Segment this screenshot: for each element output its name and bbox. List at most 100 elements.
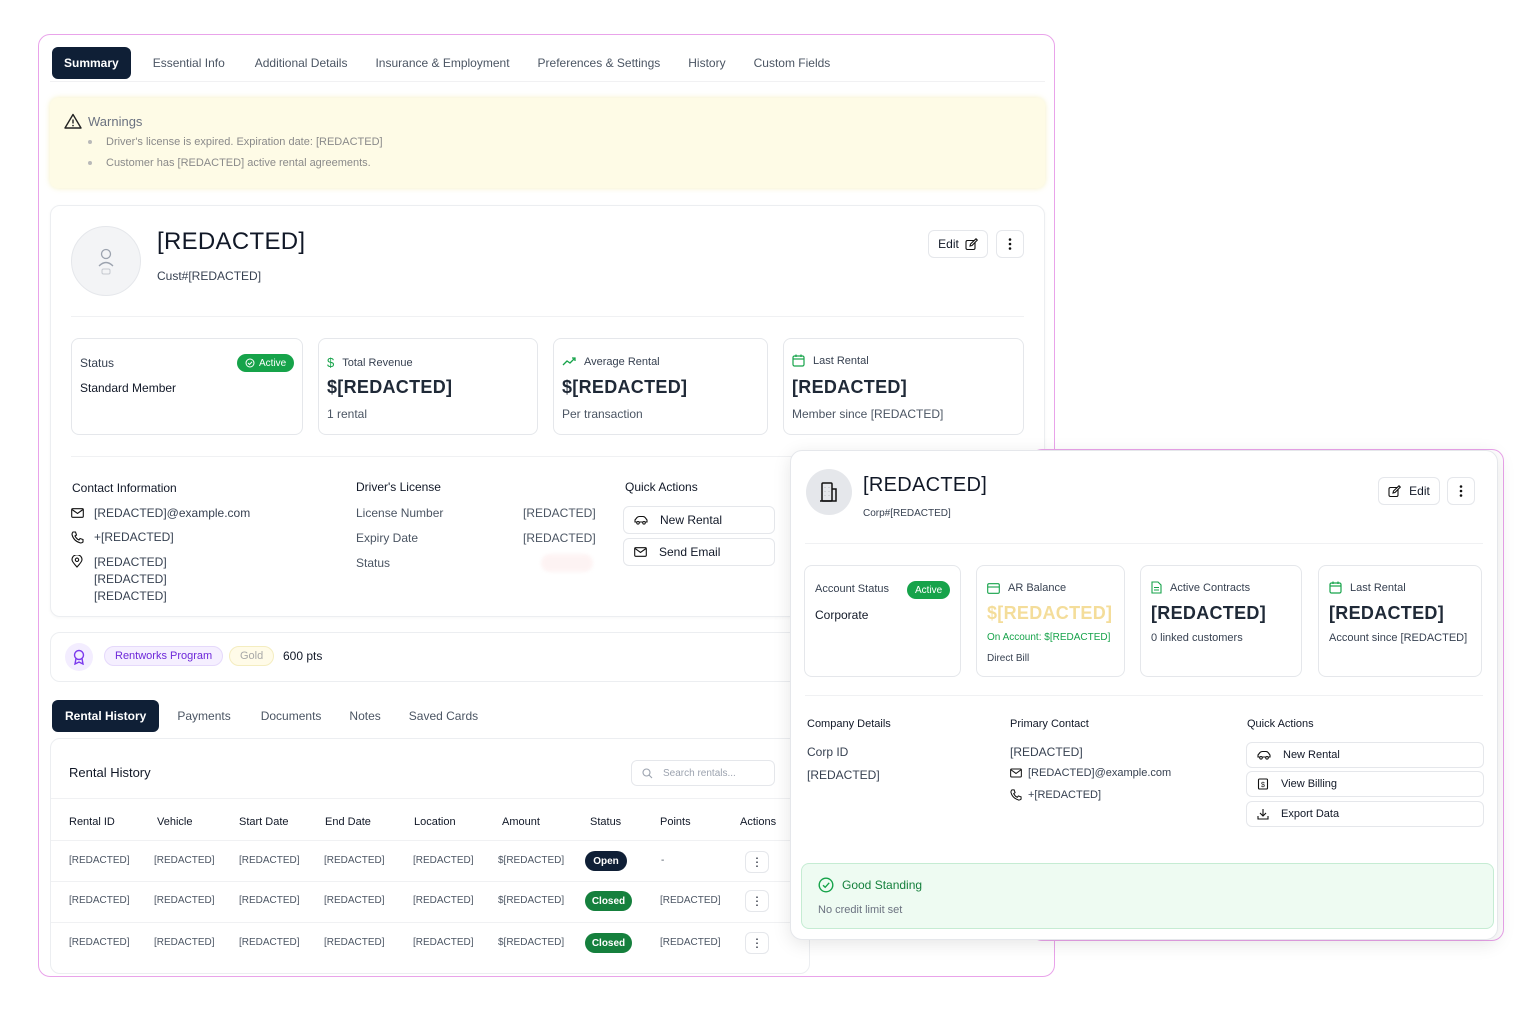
license-number-label: License Number (356, 506, 444, 520)
more-options-button[interactable] (996, 230, 1024, 258)
cell-end-date: [REDACTED] (324, 937, 385, 948)
tab-notes[interactable]: Notes (337, 700, 392, 732)
contact-email[interactable]: [REDACTED]@example.com (1028, 767, 1171, 779)
corp-new-rental-button[interactable]: New Rental (1246, 742, 1484, 768)
edit-button[interactable]: Edit (928, 230, 988, 258)
linked-customers: 0 linked customers (1151, 632, 1243, 644)
row-actions-button[interactable]: ⋮ (745, 932, 769, 954)
row-actions-button[interactable]: ⋮ (745, 851, 769, 873)
status-badge-text: Active (259, 357, 287, 369)
contact-phone[interactable]: +[REDACTED] (1028, 789, 1101, 801)
expiry-date-value: [REDACTED] (523, 531, 596, 545)
loyalty-card: Rentworks Program Gold 600 pts (50, 632, 810, 682)
search-rentals-input[interactable]: Search rentals... (631, 760, 775, 786)
edit-label: Edit (938, 237, 959, 251)
corp-quick-actions-title: Quick Actions (1247, 718, 1314, 730)
tab-insurance-employment[interactable]: Insurance & Employment (363, 47, 521, 79)
good-standing-title: Good Standing (842, 878, 923, 892)
export-data-label: Export Data (1281, 808, 1340, 820)
cell-location: [REDACTED] (413, 855, 474, 866)
file-icon (1151, 581, 1162, 594)
rental-history-title: Rental History (69, 765, 151, 780)
new-rental-label: New Rental (660, 513, 723, 527)
average-sub: Per transaction (562, 407, 643, 421)
table-row[interactable]: [REDACTED] [REDACTED] [REDACTED] [REDACT… (51, 841, 811, 881)
corp-more-options-button[interactable] (1447, 477, 1475, 505)
corp-last-rental-card: Last Rental [REDACTED] Account since [RE… (1318, 565, 1482, 677)
mail-icon (71, 508, 84, 518)
active-contracts-label: Active Contracts (1170, 581, 1251, 594)
edit-icon (1388, 484, 1402, 497)
corp-last-rental-value: [REDACTED] (1329, 603, 1444, 623)
send-email-button[interactable]: Send Email (623, 538, 775, 566)
cell-amount: $[REDACTED] (498, 855, 565, 866)
table-row[interactable]: [REDACTED] [REDACTED] [REDACTED] [REDACT… (51, 882, 811, 922)
tab-custom-fields[interactable]: Custom Fields (742, 47, 843, 79)
last-rental-value: [REDACTED] (792, 377, 907, 397)
tab-preferences-settings[interactable]: Preferences & Settings (526, 47, 673, 79)
cell-points: [REDACTED] (660, 937, 721, 948)
new-rental-button[interactable]: New Rental (623, 506, 775, 534)
row-actions-button[interactable]: ⋮ (745, 890, 769, 912)
last-rental-stat-card: Last Rental [REDACTED] Member since [RED… (783, 338, 1024, 435)
cell-location: [REDACTED] (413, 895, 474, 906)
average-label: Average Rental (584, 356, 660, 368)
tab-saved-cards[interactable]: Saved Cards (397, 700, 490, 732)
customer-email[interactable]: [REDACTED]@example.com (94, 506, 250, 520)
phone-icon (1010, 789, 1022, 801)
account-status-badge-text: Active (915, 584, 943, 596)
tab-rental-history[interactable]: Rental History (52, 700, 160, 732)
car-icon (1257, 750, 1271, 760)
cell-start-date: [REDACTED] (239, 937, 300, 948)
cell-end-date: [REDACTED] (324, 895, 385, 906)
mail-icon (634, 547, 647, 557)
tab-history[interactable]: History (676, 47, 737, 79)
search-placeholder: Search rentals... (663, 767, 736, 779)
drivers-license-title: Driver's License (356, 480, 441, 494)
last-rental-label: Last Rental (813, 354, 869, 367)
view-billing-button[interactable]: $ View Billing (1246, 771, 1484, 797)
calendar-icon (1329, 581, 1342, 594)
warnings-title: Warnings (88, 114, 143, 129)
warning-item: Customer has [REDACTED] active rental ag… (106, 157, 371, 169)
loyalty-tier-badge: Gold (229, 646, 275, 666)
credit-card-icon (987, 582, 1000, 594)
member-since: Member since [REDACTED] (792, 407, 944, 421)
tab-additional-details[interactable]: Additional Details (243, 47, 360, 79)
status-badge: Closed (585, 933, 632, 953)
average-value: $[REDACTED] (562, 377, 688, 397)
good-standing-banner: Good Standing No credit limit set (801, 863, 1494, 929)
contact-name: [REDACTED] (1010, 745, 1083, 759)
tab-summary[interactable]: Summary (52, 46, 131, 79)
rental-subtabs: Rental History Payments Documents Notes … (50, 698, 810, 734)
building-icon (806, 469, 852, 515)
customer-phone[interactable]: +[REDACTED] (94, 530, 174, 544)
cell-points: - (661, 855, 665, 866)
cell-vehicle: [REDACTED] (154, 937, 215, 948)
download-icon (1257, 809, 1269, 820)
tab-payments[interactable]: Payments (165, 700, 242, 732)
company-details-title: Company Details (807, 718, 891, 730)
cell-location: [REDACTED] (413, 937, 474, 948)
export-data-button[interactable]: Export Data (1246, 801, 1484, 827)
car-icon (634, 515, 648, 525)
trending-up-icon (562, 357, 576, 366)
corp-id-label: Corp ID (807, 745, 849, 759)
cell-start-date: [REDACTED] (239, 895, 300, 906)
customer-name: [REDACTED] (157, 228, 306, 255)
view-billing-label: View Billing (1281, 778, 1338, 790)
status-badge: Closed (585, 891, 632, 911)
corp-last-rental-label: Last Rental (1350, 581, 1406, 594)
corp-edit-button[interactable]: Edit (1378, 477, 1440, 505)
corp-id-value: [REDACTED] (807, 768, 880, 782)
license-status-label: Status (356, 556, 391, 570)
cell-amount: $[REDACTED] (498, 937, 565, 948)
tab-essential-info[interactable]: Essential Info (141, 47, 237, 79)
billing-method: Direct Bill (987, 653, 1030, 664)
revenue-label: Total Revenue (342, 356, 413, 369)
status-badge: Active (237, 354, 295, 372)
revenue-value: $[REDACTED] (327, 377, 453, 397)
table-row[interactable]: [REDACTED] [REDACTED] [REDACTED] [REDACT… (51, 923, 811, 963)
cell-rental-id: [REDACTED] (69, 937, 130, 948)
tab-documents[interactable]: Documents (249, 700, 334, 732)
